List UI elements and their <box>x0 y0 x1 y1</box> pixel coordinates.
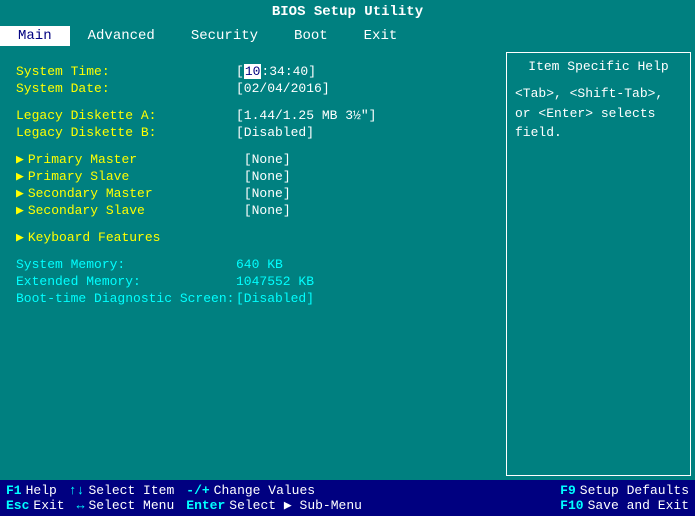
help-panel: Item Specific Help <Tab>, <Shift-Tab>, o… <box>506 52 691 476</box>
esc-desc: Exit <box>33 498 64 513</box>
main-content: System Time: [10:34:40] System Date: [02… <box>0 48 695 480</box>
status-plusminus: -/+ Change Values <box>186 483 315 498</box>
legacy-a-label: Legacy Diskette A: <box>16 108 236 123</box>
secondary-slave-label[interactable]: Secondary Slave <box>28 203 244 218</box>
plusminus-key: -/+ <box>186 483 209 498</box>
status-row-2: Esc Exit ↔ Select Menu Enter Select ▶ Su… <box>6 498 689 513</box>
f10-key: F10 <box>560 498 583 513</box>
f9-desc: Setup Defaults <box>580 483 689 498</box>
primary-slave-arrow: ▶ <box>16 169 24 184</box>
extended-memory-row: Extended Memory: 1047552 KB <box>16 274 490 289</box>
menu-item-boot[interactable]: Boot <box>276 26 346 46</box>
legacy-b-row: Legacy Diskette B: [Disabled] <box>16 125 490 140</box>
secondary-slave-arrow: ▶ <box>16 203 24 218</box>
menu-item-main[interactable]: Main <box>0 26 70 46</box>
secondary-slave-row: ▶ Secondary Slave [None] <box>16 203 490 218</box>
extended-memory-value: 1047552 KB <box>236 274 314 289</box>
system-memory-row: System Memory: 640 KB <box>16 257 490 272</box>
keyboard-features-row: ▶ Keyboard Features <box>16 230 490 245</box>
f9-key: F9 <box>560 483 576 498</box>
updown-desc: Select Item <box>88 483 174 498</box>
enter-key: Enter <box>186 498 225 513</box>
boot-diag-label: Boot-time Diagnostic Screen: <box>16 291 236 306</box>
legacy-a-value[interactable]: [1.44/1.25 MB 3½"] <box>236 108 376 123</box>
f1-key: F1 <box>6 483 22 498</box>
status-row-1: F1 Help ↑↓ Select Item -/+ Change Values… <box>6 483 689 498</box>
status-leftright: ↔ Select Menu <box>77 498 175 513</box>
primary-master-value: [None] <box>244 152 291 167</box>
secondary-master-label[interactable]: Secondary Master <box>28 186 244 201</box>
extended-memory-label: Extended Memory: <box>16 274 236 289</box>
secondary-master-value: [None] <box>244 186 291 201</box>
left-panel: System Time: [10:34:40] System Date: [02… <box>4 52 502 476</box>
legacy-b-label: Legacy Diskette B: <box>16 125 236 140</box>
help-text: <Tab>, <Shift-Tab>, or <Enter> selects f… <box>515 84 682 143</box>
primary-master-arrow: ▶ <box>16 152 24 167</box>
system-memory-label: System Memory: <box>16 257 236 272</box>
secondary-slave-value: [None] <box>244 203 291 218</box>
boot-diag-row: Boot-time Diagnostic Screen: [Disabled] <box>16 291 490 306</box>
boot-diag-value: [Disabled] <box>236 291 314 306</box>
primary-slave-row: ▶ Primary Slave [None] <box>16 169 490 184</box>
f10-desc: Save and Exit <box>588 498 689 513</box>
system-memory-value: 640 KB <box>236 257 283 272</box>
system-time-label: System Time: <box>16 64 236 79</box>
primary-master-row: ▶ Primary Master [None] <box>16 152 490 167</box>
menu-item-advanced[interactable]: Advanced <box>70 26 173 46</box>
status-updown: ↑↓ Select Item <box>69 483 174 498</box>
system-date-row: System Date: [02/04/2016] <box>16 81 490 96</box>
secondary-master-row: ▶ Secondary Master [None] <box>16 186 490 201</box>
bios-title: BIOS Setup Utility <box>272 4 423 20</box>
legacy-a-row: Legacy Diskette A: [1.44/1.25 MB 3½"] <box>16 108 490 123</box>
leftright-desc: Select Menu <box>88 498 174 513</box>
enter-desc: Select ▶ Sub-Menu <box>229 498 362 513</box>
status-bar: F1 Help ↑↓ Select Item -/+ Change Values… <box>0 480 695 516</box>
status-f1: F1 Help <box>6 483 57 498</box>
bios-container: BIOS Setup Utility Main Advanced Securit… <box>0 0 695 516</box>
system-date-label: System Date: <box>16 81 236 96</box>
esc-key: Esc <box>6 498 29 513</box>
status-f10: F10 Save and Exit <box>560 498 689 513</box>
primary-slave-label[interactable]: Primary Slave <box>28 169 244 184</box>
status-enter: Enter Select ▶ Sub-Menu <box>186 498 362 513</box>
keyboard-features-arrow: ▶ <box>16 230 24 245</box>
keyboard-features-label[interactable]: Keyboard Features <box>28 230 244 245</box>
primary-master-label[interactable]: Primary Master <box>28 152 244 167</box>
status-f9: F9 Setup Defaults <box>560 483 689 498</box>
plusminus-desc: Change Values <box>214 483 315 498</box>
leftright-key: ↔ <box>77 498 85 513</box>
menu-item-exit[interactable]: Exit <box>346 26 416 46</box>
updown-key: ↑↓ <box>69 483 85 498</box>
primary-slave-value: [None] <box>244 169 291 184</box>
status-esc: Esc Exit <box>6 498 65 513</box>
menu-item-security[interactable]: Security <box>173 26 276 46</box>
legacy-b-value[interactable]: [Disabled] <box>236 125 314 140</box>
system-time-value[interactable]: [10:34:40] <box>236 64 316 79</box>
menu-bar: Main Advanced Security Boot Exit <box>0 24 695 48</box>
system-date-value[interactable]: [02/04/2016] <box>236 81 330 96</box>
system-time-row: System Time: [10:34:40] <box>16 64 490 79</box>
title-bar: BIOS Setup Utility <box>0 0 695 24</box>
secondary-master-arrow: ▶ <box>16 186 24 201</box>
f1-desc: Help <box>26 483 57 498</box>
help-title: Item Specific Help <box>515 59 682 74</box>
